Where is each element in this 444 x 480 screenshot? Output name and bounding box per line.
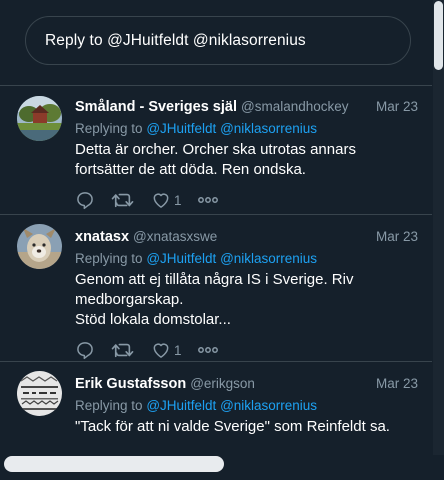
like-button[interactable]: 1 — [151, 190, 197, 210]
author-handle[interactable]: @smalandhockey — [241, 99, 349, 114]
mention-link[interactable]: @niklasorrenius — [220, 398, 317, 413]
reply-icon — [77, 192, 93, 210]
tweet-text-line: Detta är orcher. Orcher ska utrotas anna… — [75, 141, 356, 158]
retweet-button[interactable] — [111, 340, 151, 360]
mention-link[interactable]: @JHuitfeldt — [146, 398, 216, 413]
like-count: 1 — [174, 342, 182, 358]
bottom-edge — [0, 472, 444, 480]
tweet-text: Genom att ej tillåta några IS i Sverige.… — [75, 270, 418, 330]
tweet-2[interactable]: xnatasx @xnatasxswe Mar 23 Replying to @… — [0, 215, 432, 362]
tweet-text-line: Stöd lokala domstolar... — [75, 311, 231, 328]
vertical-scrollbar-thumb[interactable] — [434, 1, 443, 70]
more-icon — [198, 197, 218, 203]
more-button[interactable] — [197, 346, 219, 354]
like-button[interactable]: 1 — [151, 340, 197, 360]
replying-label: Replying to — [75, 251, 143, 266]
author-name[interactable]: Småland - Sveriges själ — [75, 99, 237, 115]
replying-label: Replying to — [75, 398, 143, 413]
avatar-pattern-image — [17, 371, 62, 416]
vertical-scrollbar[interactable] — [433, 0, 444, 455]
retweet-icon — [111, 343, 134, 358]
author-name[interactable]: Erik Gustafsson — [75, 376, 186, 392]
reply-input[interactable]: Reply to @JHuitfeldt @niklasorrenius — [25, 16, 411, 65]
tweet-1[interactable]: Småland - Sveriges själ @smalandhockey M… — [0, 87, 432, 215]
reply-icon — [77, 342, 93, 360]
reply-composer: Reply to @JHuitfeldt @niklasorrenius — [0, 0, 432, 86]
mention-link[interactable]: @niklasorrenius — [220, 251, 317, 266]
tweet-actions: 1 — [75, 339, 418, 361]
author-handle[interactable]: @erikgson — [190, 376, 255, 391]
mention-link[interactable]: @JHuitfeldt — [146, 121, 216, 136]
author-name[interactable]: xnatasx — [75, 229, 129, 245]
tweet-text-line: fortsätter de att döda. Ren ondska. — [75, 161, 306, 178]
avatar-landscape-image — [17, 96, 62, 141]
retweet-button[interactable] — [111, 190, 151, 210]
reply-input-placeholder: Reply to @JHuitfeldt @niklasorrenius — [45, 31, 306, 49]
like-icon — [153, 193, 169, 208]
like-count: 1 — [174, 192, 182, 208]
replying-label: Replying to — [75, 121, 143, 136]
horizontal-scrollbar-thumb[interactable] — [4, 456, 224, 472]
tweet-date[interactable]: Mar 23 — [376, 229, 418, 244]
avatar[interactable] — [17, 371, 62, 416]
more-button[interactable] — [197, 196, 219, 204]
reply-button[interactable] — [75, 340, 111, 360]
tweet-text-line: medborgarskap. — [75, 291, 184, 308]
mention-link[interactable]: @niklasorrenius — [220, 121, 317, 136]
tweet-text-line: Genom att ej tillåta några IS i Sverige.… — [75, 271, 354, 288]
replying-to: Replying to @JHuitfeldt @niklasorrenius — [75, 121, 418, 139]
tweet-date[interactable]: Mar 23 — [376, 99, 418, 114]
like-icon — [153, 343, 169, 358]
tweet-actions: 1 — [75, 189, 418, 211]
tweet-text: Detta är orcher. Orcher ska utrotas anna… — [75, 140, 418, 180]
replying-to: Replying to @JHuitfeldt @niklasorrenius — [75, 398, 418, 416]
retweet-icon — [111, 193, 134, 208]
tweet-text-line: "Tack för att ni valde Sverige" som Rein… — [75, 418, 390, 435]
mention-link[interactable]: @JHuitfeldt — [146, 251, 216, 266]
tweet-text: "Tack för att ni valde Sverige" som Rein… — [75, 417, 418, 437]
reply-button[interactable] — [75, 190, 111, 210]
avatar-dog-image — [17, 224, 62, 269]
avatar[interactable] — [17, 96, 62, 141]
author-handle[interactable]: @xnatasxswe — [133, 229, 217, 244]
more-icon — [198, 347, 218, 353]
avatar[interactable] — [17, 224, 62, 269]
tweet-date[interactable]: Mar 23 — [376, 376, 418, 391]
replying-to: Replying to @JHuitfeldt @niklasorrenius — [75, 251, 418, 269]
